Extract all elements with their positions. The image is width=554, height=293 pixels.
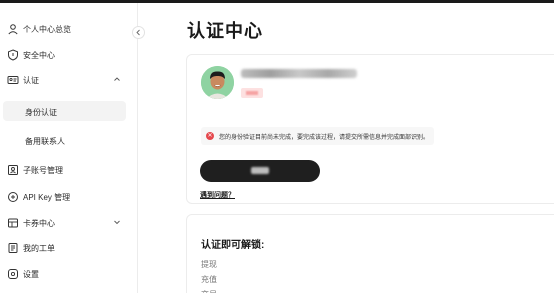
sidebar-item-verification[interactable]: 认证 <box>0 69 138 91</box>
settings-icon <box>8 269 18 279</box>
sidebar-item-label: 我的工单 <box>23 244 55 253</box>
id-card-icon <box>7 76 19 84</box>
sidebar-item-label: 个人中心总览 <box>23 25 71 34</box>
sidebar-subitem-label: 身份认证 <box>25 108 57 117</box>
coupon-icon <box>8 218 18 228</box>
avatar-image <box>201 66 234 99</box>
chevron-left-icon <box>136 29 140 36</box>
unlock-benefits-card: 认证即可解锁: 提现 充值 交易 <box>186 214 554 293</box>
api-key-icon <box>8 192 18 202</box>
sidebar-subitem-backup-contact[interactable]: 备用联系人 <box>0 130 138 150</box>
chevron-up-icon <box>114 77 120 81</box>
sidebar-item-api-key[interactable]: API Key 管理 <box>0 186 138 208</box>
sidebar-subitem-label: 备用联系人 <box>25 137 65 146</box>
sidebar-item-label: 认证 <box>23 76 39 85</box>
sidebar-item-label: 安全中心 <box>23 51 55 60</box>
start-verification-button[interactable] <box>200 160 320 182</box>
sidebar-item-overview[interactable]: 个人中心总览 <box>0 18 138 40</box>
button-label-redacted <box>251 167 269 174</box>
sidebar-item-coupons[interactable]: 卡券中心 <box>0 212 138 234</box>
sidebar-item-security[interactable]: 安全中心 <box>0 44 138 66</box>
error-icon: ✕ <box>206 132 214 140</box>
ticket-icon <box>8 243 18 253</box>
unlock-item: 提现 <box>201 260 217 269</box>
sidebar: 个人中心总览 安全中心 认证 身份认证 备用联系人 子账号管理 API Key … <box>0 3 138 293</box>
unlock-title: 认证即可解锁: <box>201 240 265 251</box>
user-name-redacted <box>241 69 357 78</box>
user-icon <box>8 24 18 35</box>
alert-text: 您的身份验证目前尚未完成，要完成该过程，请提交所需信息并完成面部识别。 <box>219 135 430 141</box>
sidebar-subitem-identity[interactable]: 身份认证 <box>3 101 126 121</box>
chevron-down-icon <box>114 220 120 225</box>
shield-icon <box>8 49 18 61</box>
sidebar-item-label: 子账号管理 <box>23 166 63 175</box>
verification-card: ✕ 您的身份验证目前尚未完成，要完成该过程，请提交所需信息并完成面部识别。 遇到… <box>186 54 554 204</box>
sidebar-item-label: 设置 <box>23 270 39 279</box>
sidebar-collapse-button[interactable] <box>132 26 145 39</box>
sidebar-item-sub-accounts[interactable]: 子账号管理 <box>0 159 138 181</box>
page-title: 认证中心 <box>187 21 263 41</box>
main-content: 认证中心 ✕ 您的身份验证目前尚未完成，要完成该过程，请提交所需信息并完成面部识… <box>139 3 554 293</box>
avatar <box>201 66 234 99</box>
sidebar-item-label: API Key 管理 <box>23 193 71 202</box>
verification-alert: ✕ 您的身份验证目前尚未完成，要完成该过程，请提交所需信息并完成面部识别。 <box>201 127 434 145</box>
sidebar-item-label: 卡券中心 <box>23 219 55 228</box>
verification-status-badge <box>241 88 263 98</box>
sidebar-item-tickets[interactable]: 我的工单 <box>0 237 138 259</box>
unlock-item: 充值 <box>201 275 217 284</box>
unlock-item: 交易 <box>201 289 217 293</box>
sub-account-icon <box>8 165 18 175</box>
sidebar-item-settings[interactable]: 设置 <box>0 263 138 285</box>
help-link[interactable]: 遇到问题？ <box>200 190 235 200</box>
